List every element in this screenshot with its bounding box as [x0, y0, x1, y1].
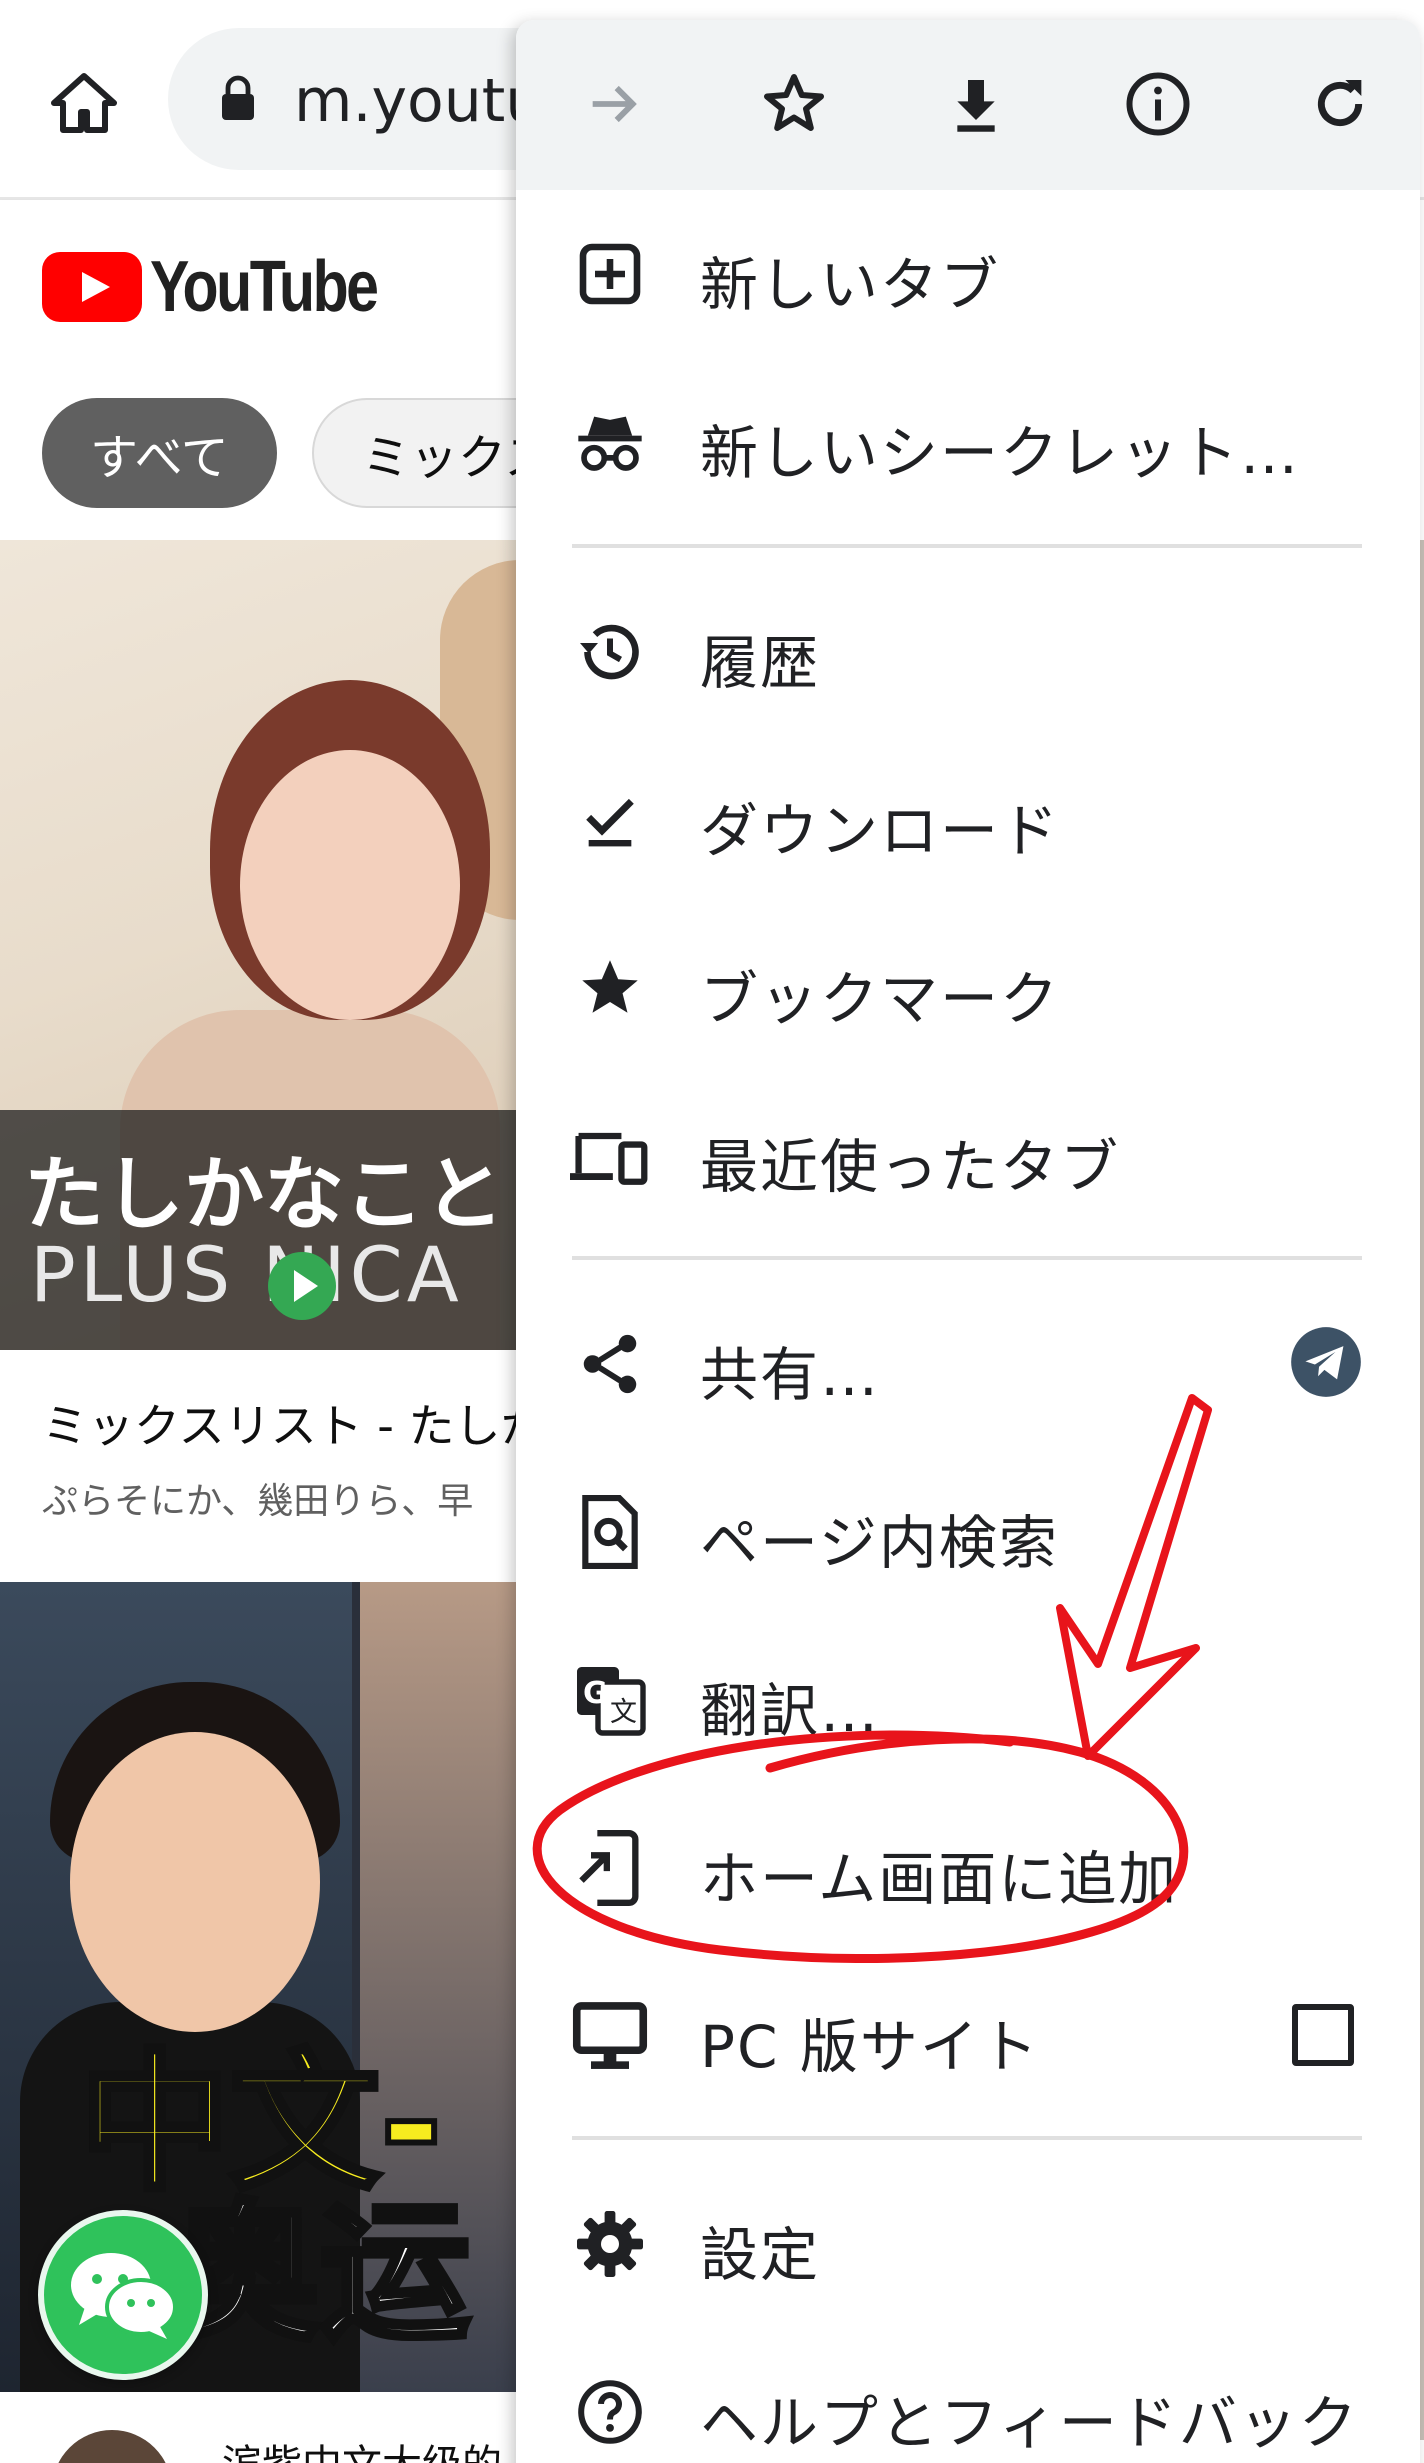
- recent-tabs-icon: [570, 1116, 650, 1196]
- download-icon[interactable]: [934, 62, 1018, 146]
- menu-item-recent-tabs[interactable]: 最近使ったタブ: [516, 1076, 1420, 1236]
- wechat-icon[interactable]: [38, 2210, 208, 2380]
- url-text: m.youtu: [294, 66, 544, 136]
- youtube-play-icon: [42, 252, 142, 322]
- video-title[interactable]: 滨紫中文大级的: [222, 2432, 502, 2463]
- menu-item-downloads[interactable]: ダウンロード: [516, 740, 1420, 900]
- svg-text:文: 文: [610, 1697, 637, 1728]
- menu-item-share[interactable]: 共有…: [516, 1284, 1420, 1444]
- background-edge: [1420, 540, 1424, 2440]
- menu-item-label: 新しいタブ: [700, 251, 1001, 319]
- menu-item-new-tab[interactable]: 新しいタブ: [516, 194, 1420, 354]
- translate-icon: G文: [570, 1660, 650, 1740]
- menu-item-help[interactable]: ヘルプとフィードバック: [516, 2332, 1420, 2463]
- youtube-logo[interactable]: YouTube: [42, 246, 426, 328]
- share-icon: [570, 1324, 650, 1404]
- thumbnail-face: [240, 750, 460, 1020]
- chip-all[interactable]: すべて: [42, 398, 277, 508]
- incognito-icon: [570, 402, 650, 482]
- menu-divider: [572, 2136, 1362, 2140]
- thumbnail-text: 奥运: [167, 2184, 473, 2364]
- new-tab-icon: [570, 234, 650, 314]
- menu-item-new-incognito[interactable]: 新しいシークレット…: [516, 362, 1420, 522]
- home-icon[interactable]: [36, 55, 132, 151]
- menu-item-label: ブックマーク: [700, 965, 1061, 1033]
- menu-item-label: 履歴: [700, 629, 821, 697]
- menu-item-label: ホーム画面に追加: [700, 1845, 1179, 1913]
- svg-text:G: G: [583, 1676, 608, 1711]
- downloads-icon: [570, 780, 650, 860]
- menu-action-row: [516, 20, 1420, 190]
- reload-icon[interactable]: [1298, 62, 1382, 146]
- forward-icon[interactable]: [572, 62, 656, 146]
- info-icon[interactable]: [1116, 62, 1200, 146]
- overflow-menu: 新しいタブ 新しいシークレット… 履歴 ダウンロード ブックマーク 最近使ったタ…: [516, 20, 1420, 2463]
- menu-item-history[interactable]: 履歴: [516, 572, 1420, 732]
- menu-divider: [572, 544, 1362, 548]
- bookmarks-icon: [570, 948, 650, 1028]
- avatar[interactable]: [52, 2430, 172, 2463]
- menu-item-label: 設定: [700, 2221, 821, 2289]
- desktop-site-checkbox[interactable]: [1292, 2004, 1354, 2066]
- menu-item-find-in-page[interactable]: ページ内検索: [516, 1452, 1420, 1612]
- menu-item-label: 最近使ったタブ: [700, 1133, 1121, 1201]
- thumbnail-brand: PLUS NICA: [30, 1230, 463, 1319]
- menu-item-label: PC 版サイト: [700, 2013, 1040, 2081]
- menu-item-add-to-home[interactable]: ホーム画面に追加: [516, 1788, 1420, 1948]
- screen: m.youtu YouTube すべて ミックス たしかなこと PLUS NIC…: [0, 0, 1424, 2463]
- thumbnail-face: [70, 1732, 320, 2032]
- menu-item-desktop-site[interactable]: PC 版サイト: [516, 1956, 1420, 2116]
- menu-item-label: ページ内検索: [700, 1509, 1059, 1577]
- play-icon: [268, 1252, 336, 1320]
- find-in-page-icon: [570, 1492, 650, 1572]
- help-icon: [570, 2372, 650, 2452]
- menu-item-label: ヘルプとフィードバック: [700, 2389, 1359, 2457]
- lock-icon: [218, 74, 258, 126]
- menu-item-translate[interactable]: G文 翻訳…: [516, 1620, 1420, 1780]
- bookmark-star-icon[interactable]: [752, 62, 836, 146]
- telegram-icon[interactable]: [1288, 1324, 1364, 1400]
- add-to-home-icon: [570, 1828, 650, 1908]
- settings-icon: [570, 2204, 650, 2284]
- menu-item-settings[interactable]: 設定: [516, 2164, 1420, 2324]
- menu-item-label: 共有…: [700, 1341, 881, 1409]
- thumbnail-caption: たしかなこと: [24, 1148, 504, 1241]
- menu-item-label: ダウンロード: [700, 797, 1061, 865]
- menu-divider: [572, 1256, 1362, 1260]
- video-thumbnail[interactable]: たしかなこと PLUS NICA: [0, 540, 600, 1350]
- menu-item-bookmarks[interactable]: ブックマーク: [516, 908, 1420, 1068]
- youtube-wordmark: YouTube: [150, 247, 379, 327]
- history-icon: [570, 612, 650, 692]
- menu-item-label: 新しいシークレット…: [700, 419, 1301, 487]
- video-title[interactable]: ミックスリスト - たしか: [42, 1390, 546, 1456]
- video-meta: ぷらそにか、幾田りら、早: [42, 1481, 474, 1522]
- menu-item-label: 翻訳…: [700, 1677, 881, 1745]
- desktop-icon: [570, 1996, 650, 2076]
